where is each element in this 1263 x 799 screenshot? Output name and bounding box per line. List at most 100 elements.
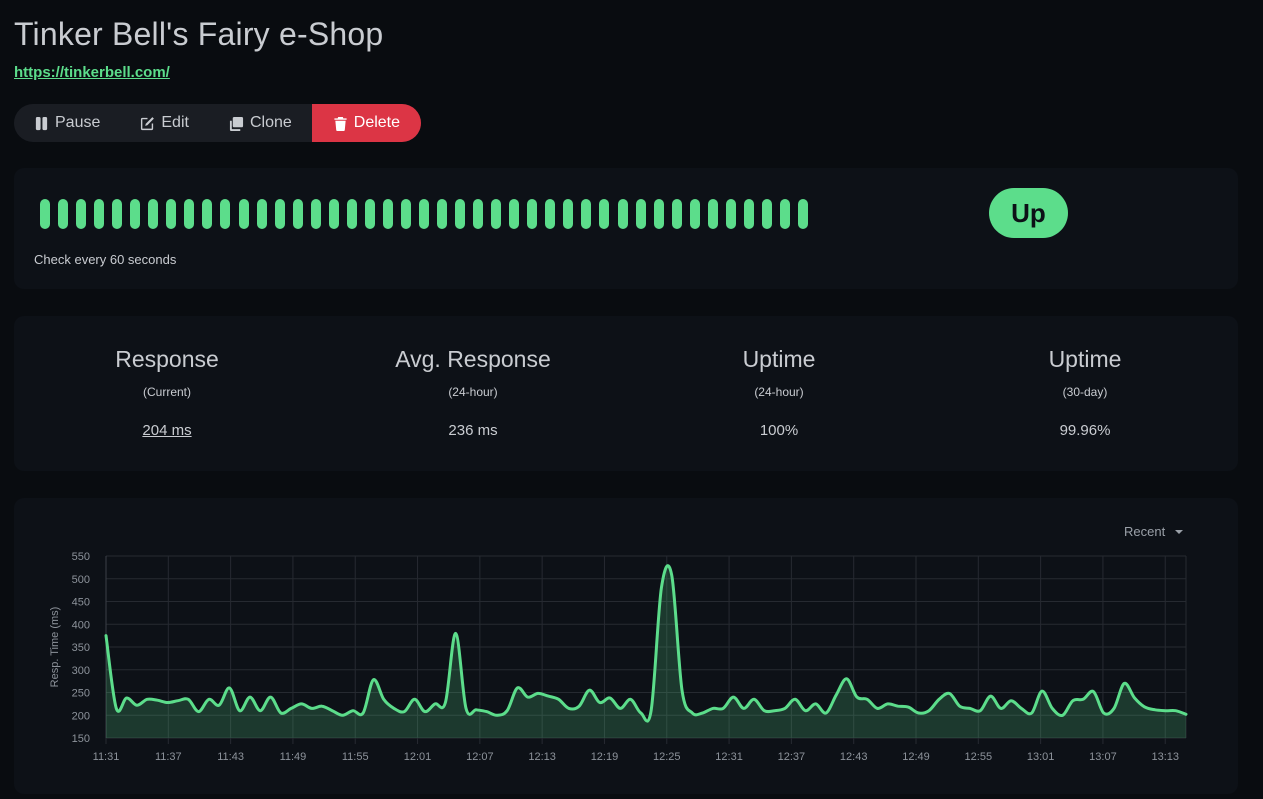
period-label: Recent — [1124, 524, 1166, 539]
heartbeat-beat[interactable] — [473, 199, 484, 229]
heartbeat-beat[interactable] — [707, 199, 718, 229]
y-axis-label: Resp. Time (ms) — [49, 607, 61, 688]
heartbeat-beat[interactable] — [202, 199, 213, 229]
clone-icon — [229, 116, 244, 131]
heartbeat-beat[interactable] — [112, 199, 123, 229]
heartbeat-beat[interactable] — [274, 199, 285, 229]
heartbeat-beat[interactable] — [328, 199, 339, 229]
heartbeat-beat[interactable] — [653, 199, 664, 229]
x-tick-label: 13:01 — [1027, 751, 1055, 763]
x-tick-label: 12:25 — [653, 751, 681, 763]
heartbeat-beat[interactable] — [599, 199, 610, 229]
heartbeat-beat[interactable] — [256, 199, 267, 229]
heartbeat-beat[interactable] — [581, 199, 592, 229]
heartbeat-beat[interactable] — [310, 199, 321, 229]
heartbeat-beat[interactable] — [94, 199, 105, 229]
pause-icon — [35, 116, 48, 130]
y-tick-label: 400 — [72, 619, 90, 631]
heartbeat-beat[interactable] — [40, 199, 50, 229]
y-tick-label: 350 — [72, 642, 90, 654]
heartbeat-beat[interactable] — [779, 199, 790, 229]
heartbeat-beat[interactable] — [166, 199, 177, 229]
heartbeat-beat[interactable] — [491, 199, 502, 229]
y-tick-label: 150 — [72, 733, 90, 745]
heartbeat-beat[interactable] — [148, 199, 159, 229]
heartbeat-beat[interactable] — [509, 199, 520, 229]
heartbeat-beat[interactable] — [455, 199, 466, 229]
y-tick-label: 200 — [72, 710, 90, 722]
stat-title: Response — [115, 346, 219, 372]
page-title: Tinker Bell's Fairy e-Shop — [14, 16, 384, 52]
heartbeat-beat[interactable] — [635, 199, 646, 229]
heartbeat-beat[interactable] — [563, 199, 574, 229]
heartbeat-beat[interactable] — [382, 199, 393, 229]
stat-subtitle: (Current) — [142, 385, 191, 399]
x-tick-label: 11:43 — [217, 751, 244, 763]
stat-value: 99.96% — [1059, 422, 1111, 439]
stat-value: 236 ms — [448, 422, 498, 439]
edit-button[interactable]: Edit — [120, 104, 209, 142]
response-line — [104, 564, 1188, 723]
heartbeat-beat[interactable] — [545, 199, 556, 229]
x-tick-label: 12:13 — [528, 751, 556, 763]
heartbeat-beat[interactable] — [292, 199, 303, 229]
heartbeat-beat[interactable] — [689, 199, 700, 229]
stat-title: Uptime — [742, 346, 816, 372]
monitor-url-link[interactable]: https://tinkerbell.com/ — [14, 64, 170, 81]
edit-icon — [141, 116, 155, 130]
heartbeat-beat[interactable] — [184, 199, 195, 229]
x-tick-label: 11:37 — [155, 751, 182, 763]
trash-icon — [334, 116, 347, 131]
check-interval-text: Check every 60 seconds — [34, 252, 177, 267]
heartbeat-beat[interactable] — [238, 199, 249, 229]
heartbeat-beat[interactable] — [617, 199, 628, 229]
stat-subtitle: (24-hour) — [754, 385, 804, 399]
x-tick-label: 11:55 — [342, 751, 369, 763]
heartbeat-beat[interactable] — [725, 199, 736, 229]
heartbeat-beat[interactable] — [797, 199, 808, 229]
stat-value-link[interactable]: 204 ms — [142, 422, 191, 439]
heartbeat-beat[interactable] — [364, 199, 375, 229]
x-tick-label: 12:07 — [466, 751, 494, 763]
stat-value: 100% — [759, 422, 799, 439]
y-tick-label: 550 — [72, 551, 90, 563]
delete-label: Delete — [353, 114, 401, 131]
heartbeat-beat[interactable] — [220, 199, 231, 229]
status-badge: Up — [989, 188, 1068, 238]
x-tick-label: 13:07 — [1089, 751, 1117, 763]
heartbeat-beat[interactable] — [58, 199, 69, 229]
heartbeat-beat[interactable] — [761, 199, 772, 229]
heartbeat-beat[interactable] — [76, 199, 87, 229]
heartbeat-beat[interactable] — [743, 199, 754, 229]
heartbeat-card: Check every 60 seconds Up — [14, 168, 1238, 289]
x-tick-label: 12:19 — [591, 751, 619, 763]
heartbeat-beat[interactable] — [346, 199, 357, 229]
y-tick-label: 500 — [72, 574, 90, 586]
heartbeat-beat[interactable] — [527, 199, 538, 229]
x-tick-label: 11:49 — [280, 751, 307, 763]
heartbeat-beat[interactable] — [437, 199, 448, 229]
edit-label: Edit — [161, 114, 189, 131]
heartbeat-beat[interactable] — [418, 199, 429, 229]
caret-down-icon — [1175, 529, 1184, 534]
x-tick-label: 11:31 — [93, 751, 120, 763]
pause-button[interactable]: Pause — [14, 104, 120, 142]
x-tick-label: 12:37 — [778, 751, 806, 763]
delete-button[interactable]: Delete — [311, 104, 422, 142]
stat-title: Avg. Response — [395, 346, 551, 372]
x-tick-label: 12:55 — [965, 751, 993, 763]
stat-subtitle: (30-day) — [1062, 385, 1108, 399]
period-dropdown[interactable]: Recent — [1124, 524, 1184, 539]
y-tick-label: 250 — [72, 688, 90, 700]
x-tick-label: 12:49 — [902, 751, 930, 763]
heartbeat-beat[interactable] — [400, 199, 411, 229]
heartbeat-beat[interactable] — [130, 199, 141, 229]
heartbeat-beat[interactable] — [671, 199, 682, 229]
response-time-chart: 150 200 250 300 350 400 450 500 550 11:31 11:37 11:… — [49, 551, 1188, 763]
clone-button[interactable]: Clone — [209, 104, 312, 142]
x-tick-label: 12:01 — [404, 751, 432, 763]
pause-label: Pause — [55, 114, 101, 131]
x-tick-label: 12:31 — [715, 751, 743, 763]
stats-card: Response (Current) 204 ms Avg. Response … — [14, 316, 1238, 471]
chart-card: 150 200 250 300 350 400 450 500 550 11:31 11:37 11:… — [14, 498, 1238, 794]
